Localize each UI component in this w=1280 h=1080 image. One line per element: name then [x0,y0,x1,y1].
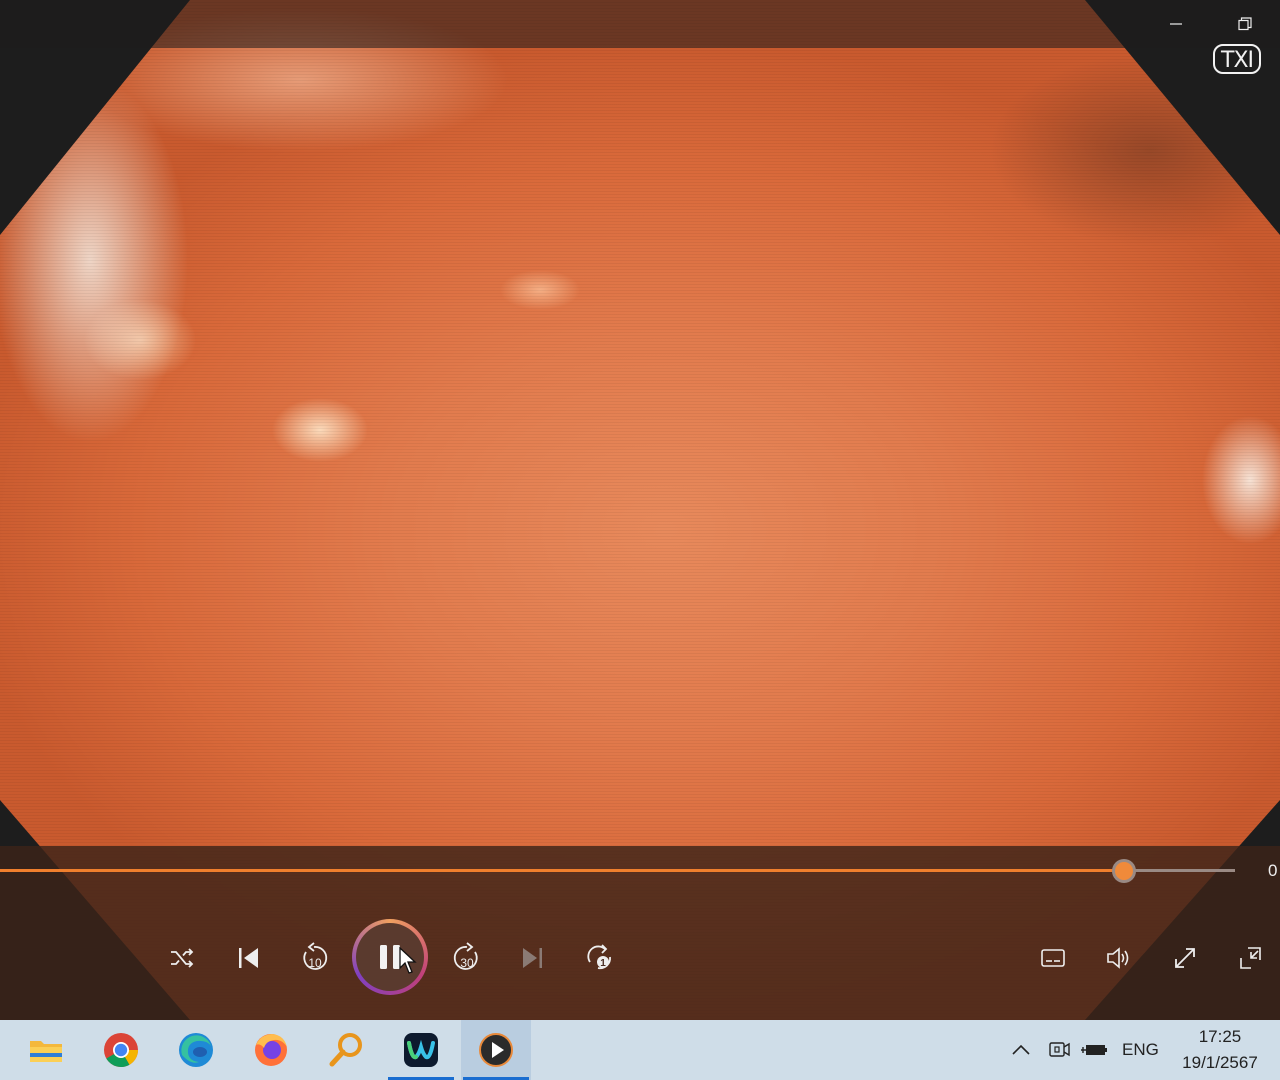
skip-back-button[interactable]: 10 [294,938,334,978]
mini-player-button[interactable] [1231,938,1271,978]
taskbar-chrome[interactable] [86,1020,156,1080]
restore-button[interactable] [1227,8,1263,40]
taskbar-edge[interactable] [161,1020,231,1080]
show-hidden-icons-button[interactable] [1010,1020,1032,1080]
restore-icon [1238,17,1252,31]
battery-status[interactable] [1080,1020,1108,1080]
taskbar-search-tool[interactable] [311,1020,381,1080]
battery-plug-icon [1081,1045,1107,1055]
skip-back-label: 10 [308,956,322,970]
mouse-cursor-icon [399,946,417,974]
title-bar [0,0,1280,48]
language-indicator[interactable]: ENG [1122,1020,1159,1080]
skip-forward-button[interactable]: 30 [447,938,487,978]
skip-forward-label: 30 [460,956,474,970]
txi-mode-label: TXI [1213,44,1261,74]
subtitles-button[interactable] [1033,938,1073,978]
forward-30-icon: 30 [453,942,478,970]
clock-time: 17:25 [1198,1027,1242,1046]
taskbar-webex[interactable] [386,1020,456,1080]
player-controls-panel [0,846,1280,1020]
minimize-button[interactable] [1158,8,1194,40]
seek-bar[interactable] [0,862,1235,880]
taskbar-media-player[interactable] [461,1020,531,1080]
edge-icon [179,1033,213,1067]
webex-icon [404,1033,438,1067]
chrome-icon [104,1033,138,1067]
volume-icon [1107,947,1129,969]
firefox-icon [255,1034,287,1066]
clock[interactable]: 17:25 19/1/2567 [1170,1024,1270,1076]
clock-date: 19/1/2567 [1182,1053,1258,1072]
folder-icon [30,1041,62,1062]
chevron-up-icon [1012,1044,1030,1055]
fullscreen-button[interactable] [1165,938,1205,978]
repeat-one-icon: 1 [587,944,611,970]
meeting-status[interactable] [1047,1020,1071,1080]
skip-previous-icon [239,948,258,968]
mini-player-icon [1240,947,1261,969]
repeat-button[interactable]: 1 [579,938,619,978]
time-display: 0 [1268,861,1278,880]
minimize-icon [1170,23,1182,25]
next-button[interactable] [513,938,553,978]
repeat-label: 1 [600,958,606,969]
camera-status-icon [1049,1042,1070,1057]
media-player-icon [479,1033,513,1067]
skip-next-icon [523,948,542,968]
seek-progress [0,869,1124,872]
fullscreen-icon [1175,948,1195,968]
rewind-10-icon: 10 [303,942,328,970]
shuffle-icon [171,948,194,968]
taskbar-file-explorer[interactable] [11,1020,81,1080]
seek-thumb[interactable] [1114,862,1133,880]
previous-button[interactable] [228,938,268,978]
subtitles-icon [1041,949,1065,967]
volume-button[interactable] [1099,938,1139,978]
taskbar-firefox[interactable] [236,1020,306,1080]
shuffle-button[interactable] [162,938,202,978]
magnifier-icon [329,1033,362,1067]
